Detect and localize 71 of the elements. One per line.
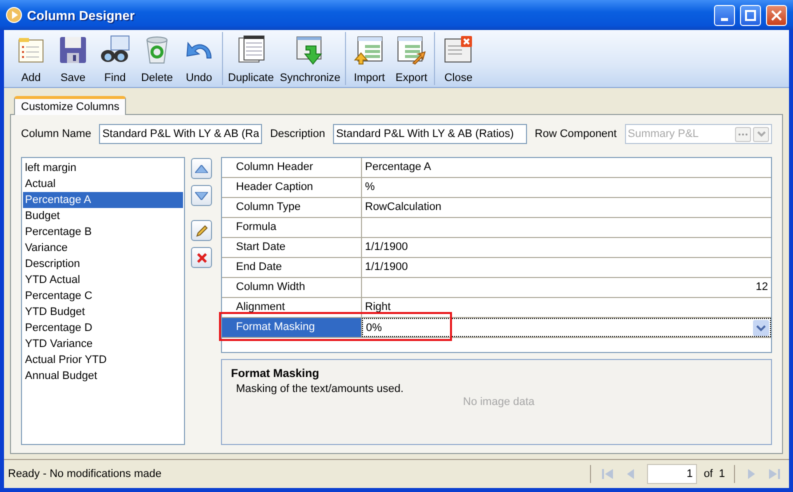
toolbar-button[interactable]: Add	[10, 32, 52, 85]
chevron-down-icon	[756, 131, 766, 137]
toolbar-button[interactable]: Find	[94, 32, 136, 85]
help-text: Masking of the text/amounts used.	[236, 383, 405, 395]
field-label: Column Name	[21, 128, 92, 140]
import-table-icon	[353, 34, 386, 66]
property-value[interactable]: 1/1/1900	[362, 258, 771, 277]
list-item[interactable]: Percentage B	[23, 224, 183, 240]
column-name-field[interactable]: Standard P&L With LY & AB (Ra	[99, 124, 262, 144]
toolbar-button[interactable]: Duplicate	[225, 32, 277, 85]
page-total: 1	[718, 468, 725, 480]
property-dropdown[interactable]: 0%	[362, 318, 771, 337]
close-icon	[771, 10, 782, 20]
empty-image-text: No image data	[463, 396, 535, 408]
delete-x-icon	[196, 252, 208, 264]
toolbar-button[interactable]: Export	[390, 32, 432, 85]
property-value[interactable]: 12	[362, 278, 771, 297]
last-page-icon	[768, 468, 780, 480]
close-button[interactable]	[766, 4, 787, 26]
list-item[interactable]: Percentage C	[23, 288, 183, 304]
list-item[interactable]: Annual Budget	[23, 368, 183, 384]
ellipsis-icon	[738, 132, 748, 136]
app-icon	[6, 7, 22, 23]
move-up-button[interactable]	[191, 158, 212, 179]
page-of-label: of	[704, 468, 713, 480]
export-table-icon	[395, 34, 428, 66]
help-title: Format Masking	[231, 368, 320, 380]
minimize-button[interactable]	[714, 4, 735, 26]
delete-button[interactable]	[191, 247, 212, 268]
list-item[interactable]: Percentage D	[23, 320, 183, 336]
edit-button[interactable]	[191, 220, 212, 241]
list-item[interactable]: Variance	[23, 240, 183, 256]
list-item[interactable]: YTD Variance	[23, 336, 183, 352]
property-value[interactable]: Right	[362, 298, 771, 317]
list-item[interactable]: Actual	[23, 176, 183, 192]
property-value[interactable]: %	[362, 178, 771, 197]
status-message: Ready - No modifications made	[8, 468, 162, 480]
field-label: Row Component	[534, 128, 617, 140]
chevron-down-icon	[753, 320, 769, 336]
field-label: Description	[270, 128, 326, 140]
list-item[interactable]: Percentage A	[23, 192, 183, 208]
toolbar-button[interactable]: Import	[348, 32, 390, 85]
toolbar-button[interactable]: Close	[437, 32, 480, 85]
right-triangle-icon	[748, 468, 756, 480]
list-item[interactable]: left margin	[23, 160, 183, 176]
down-triangle-icon	[195, 192, 208, 200]
move-down-button[interactable]	[191, 185, 212, 206]
maximize-icon	[745, 10, 756, 20]
tab[interactable]: Customize Columns	[14, 96, 126, 115]
first-page-icon	[602, 468, 614, 480]
list-item[interactable]: Actual Prior YTD	[23, 352, 183, 368]
list-item[interactable]: YTD Actual	[23, 272, 183, 288]
minimize-icon	[721, 18, 728, 20]
toolbar-button[interactable]: Synchronize	[276, 32, 344, 85]
property-value[interactable]: 1/1/1900	[362, 238, 771, 257]
property-name[interactable]: Format Masking	[222, 318, 362, 337]
pencil-icon	[194, 224, 208, 238]
toolbar-button[interactable]: Undo	[178, 32, 220, 85]
list-item[interactable]: Description	[23, 256, 183, 272]
page-field[interactable]: 1	[646, 464, 697, 484]
toolbar-button[interactable]: Save	[52, 32, 94, 85]
list-item[interactable]: YTD Budget	[23, 304, 183, 320]
window-title: Column Designer	[27, 8, 136, 22]
left-triangle-icon	[626, 468, 634, 480]
property-value[interactable]: RowCalculation	[362, 198, 771, 217]
maximize-button[interactable]	[740, 4, 761, 26]
up-triangle-icon	[195, 164, 208, 172]
property-value[interactable]: Percentage A	[362, 158, 771, 177]
toolbar-button[interactable]: Delete	[136, 32, 178, 85]
description-field[interactable]: Standard P&L With LY & AB (Ratios)	[333, 124, 527, 144]
list-item[interactable]: Budget	[23, 208, 183, 224]
